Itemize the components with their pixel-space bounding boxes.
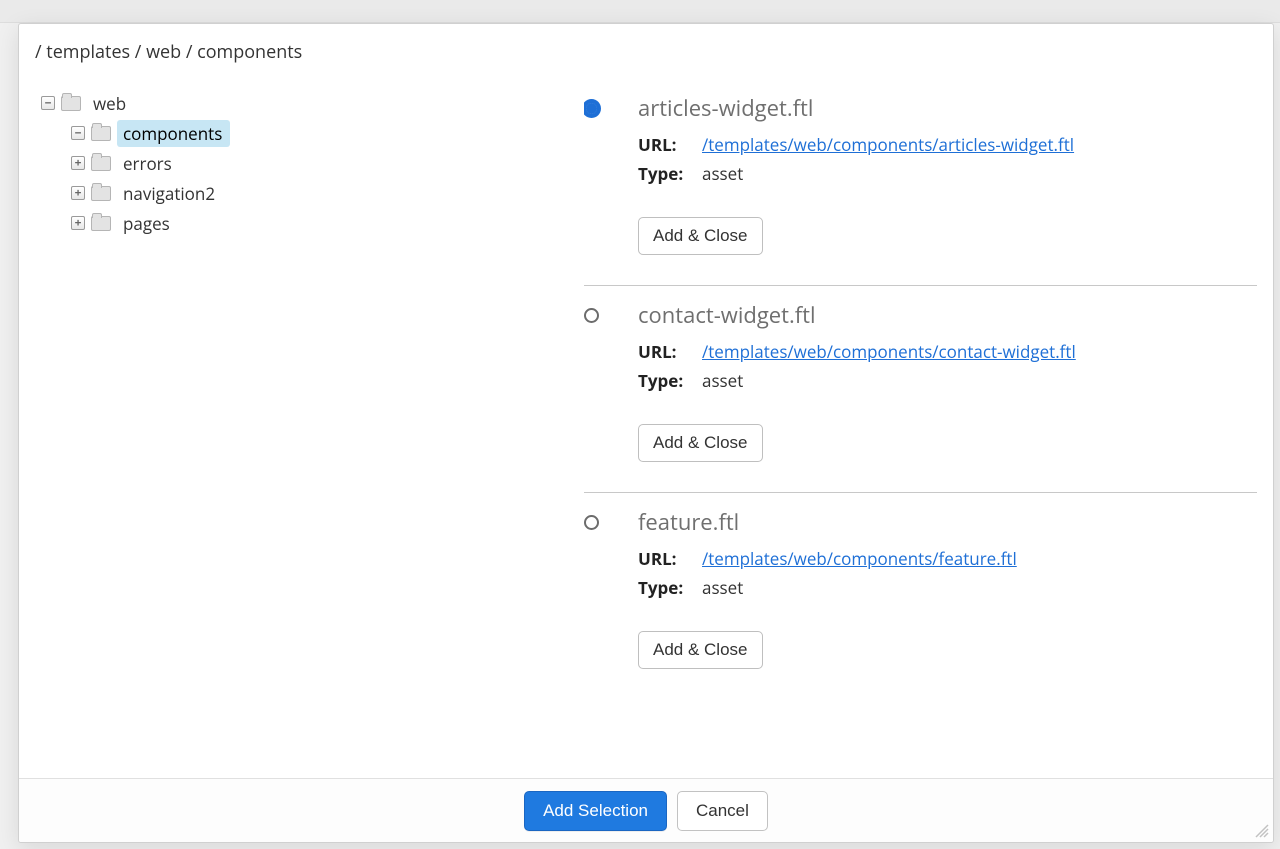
folder-icon <box>91 216 111 231</box>
tree-panel: − web − components <box>19 74 559 778</box>
folder-icon <box>91 126 111 141</box>
url-label: URL: <box>638 547 680 570</box>
tree-node-errors[interactable]: + errors <box>71 148 551 178</box>
folder-icon <box>91 186 111 201</box>
url-label: URL: <box>638 133 680 156</box>
type-label: Type: <box>638 369 680 392</box>
toggle-icon[interactable]: − <box>71 126 85 140</box>
select-radio[interactable] <box>584 515 599 530</box>
toggle-icon[interactable]: + <box>71 156 85 170</box>
tree-node-label: components <box>117 120 230 147</box>
item-type: asset <box>702 162 743 185</box>
dialog-footer: Add Selection Cancel <box>19 778 1273 842</box>
tree-node-label: errors <box>117 150 180 177</box>
item-type: asset <box>702 576 743 599</box>
tree-node-label: pages <box>117 210 178 237</box>
add-and-close-button[interactable]: Add & Close <box>638 424 763 462</box>
tree-node-pages[interactable]: + pages <box>71 208 551 238</box>
add-and-close-button[interactable]: Add & Close <box>638 631 763 669</box>
result-item: contact-widget.ftl URL: /templates/web/c… <box>584 286 1257 493</box>
item-url-link[interactable]: /templates/web/components/articles-widge… <box>702 133 1074 156</box>
folder-tree: − web − components <box>41 88 551 238</box>
item-url-link[interactable]: /templates/web/components/contact-widget… <box>702 340 1076 363</box>
result-item: feature.ftl URL: /templates/web/componen… <box>584 493 1257 699</box>
item-title: articles-widget.ftl <box>638 93 1257 123</box>
toggle-icon[interactable]: − <box>41 96 55 110</box>
toggle-icon[interactable]: + <box>71 216 85 230</box>
tree-node-label: navigation2 <box>117 180 223 207</box>
add-and-close-button[interactable]: Add & Close <box>638 217 763 255</box>
cancel-button[interactable]: Cancel <box>677 791 768 831</box>
item-url-link[interactable]: /templates/web/components/feature.ftl <box>702 547 1017 570</box>
resize-handle-icon[interactable] <box>1255 824 1269 838</box>
type-label: Type: <box>638 576 680 599</box>
tree-node-navigation2[interactable]: + navigation2 <box>71 178 551 208</box>
result-item: articles-widget.ftl URL: /templates/web/… <box>584 79 1257 286</box>
results-panel: articles-widget.ftl URL: /templates/web/… <box>559 74 1273 778</box>
tree-node-components[interactable]: − components <box>71 118 551 148</box>
breadcrumb: / templates / web / components <box>19 24 1273 74</box>
add-selection-button[interactable]: Add Selection <box>524 791 667 831</box>
folder-icon <box>61 96 81 111</box>
item-title: feature.ftl <box>638 507 1257 537</box>
results-scroll[interactable]: articles-widget.ftl URL: /templates/web/… <box>584 79 1259 778</box>
item-title: contact-widget.ftl <box>638 300 1257 330</box>
url-label: URL: <box>638 340 680 363</box>
tree-node-label: web <box>87 90 134 117</box>
tree-node-web[interactable]: − web <box>41 88 551 118</box>
toggle-icon[interactable]: + <box>71 186 85 200</box>
select-radio[interactable] <box>584 308 599 323</box>
dialog-body: − web − components <box>19 74 1273 778</box>
picker-dialog: / templates / web / components − web <box>18 23 1274 843</box>
type-label: Type: <box>638 162 680 185</box>
select-radio[interactable] <box>584 101 599 116</box>
folder-icon <box>91 156 111 171</box>
app-topbar <box>0 0 1280 23</box>
item-type: asset <box>702 369 743 392</box>
